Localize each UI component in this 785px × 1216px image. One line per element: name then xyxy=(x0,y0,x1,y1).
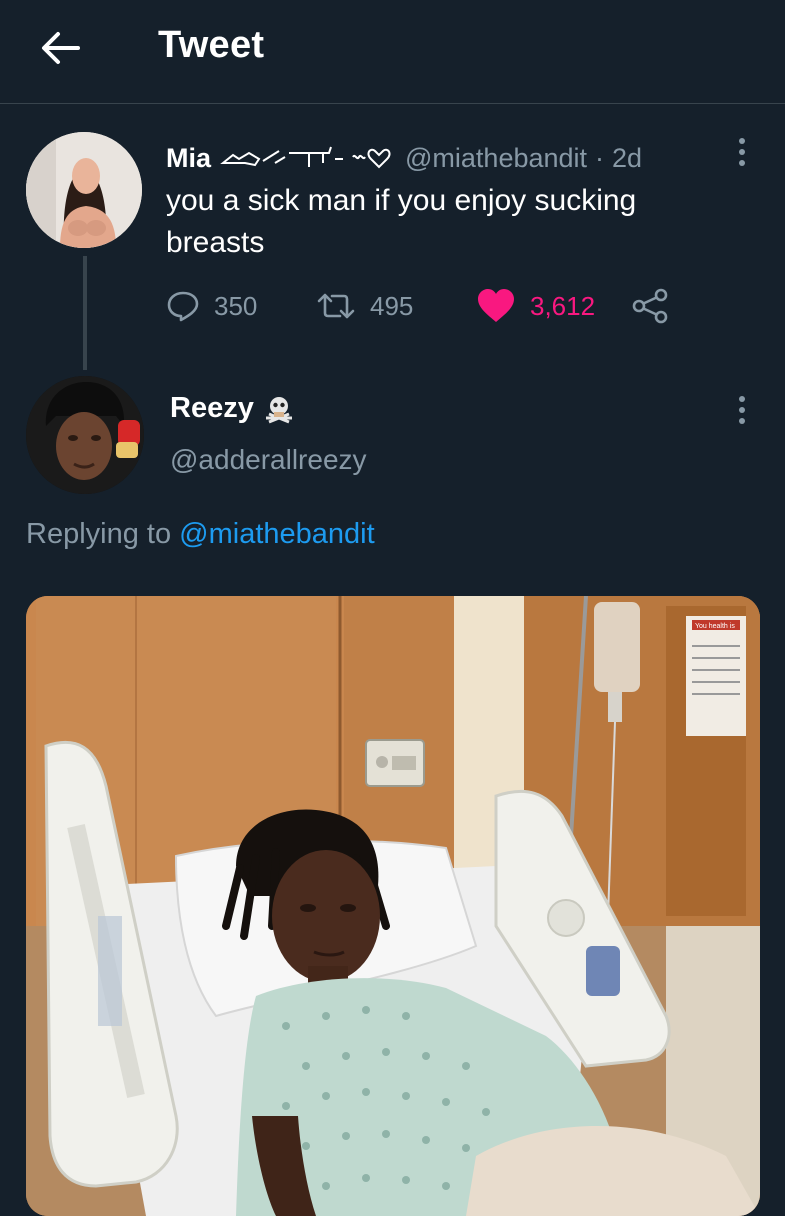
share-icon xyxy=(632,288,668,324)
pirate-skull-icon xyxy=(265,396,292,423)
reply-button[interactable]: 350 xyxy=(166,284,257,328)
tweet-actions: 350 495 3,612 xyxy=(166,284,686,328)
retweet-icon xyxy=(317,293,355,319)
separator-dot: · xyxy=(595,142,605,173)
page-title: Tweet xyxy=(158,24,265,66)
gun-and-heart-emoji xyxy=(219,143,395,173)
reply-author-name[interactable]: Reezy xyxy=(170,392,254,425)
more-options-icon[interactable] xyxy=(737,138,747,166)
back-button[interactable] xyxy=(36,26,84,70)
tweet-time[interactable]: 2d xyxy=(612,143,642,174)
avatar-photo xyxy=(26,376,144,494)
reply-count: 350 xyxy=(214,290,258,321)
replying-to-line: Replying to @miathebandit xyxy=(26,518,375,551)
gun-icon xyxy=(220,146,391,169)
top-bar: Tweet xyxy=(0,0,785,104)
hospital-bed-photo: You health is xyxy=(26,596,760,1216)
sign-text: You health is xyxy=(695,623,735,630)
avatar-photo xyxy=(26,132,142,248)
like-button[interactable]: 3,612 xyxy=(476,284,595,328)
more-options-icon[interactable] xyxy=(737,396,747,424)
retweet-button[interactable]: 495 xyxy=(316,284,413,328)
avatar-reezy[interactable] xyxy=(26,376,144,494)
thread-line xyxy=(83,256,87,370)
reply-author: Reezy xyxy=(170,392,296,425)
like-count: 3,612 xyxy=(530,290,596,321)
replying-to-mention[interactable]: @miathebandit xyxy=(179,518,375,550)
reply-author-handle[interactable]: @adderallreezy xyxy=(170,444,367,476)
heart-filled-icon xyxy=(478,289,514,322)
replying-prefix: Replying to xyxy=(26,518,172,550)
author-name[interactable]: Mia xyxy=(166,143,211,174)
arrow-left-icon xyxy=(42,32,80,64)
avatar-mia[interactable] xyxy=(26,132,142,248)
retweet-count: 495 xyxy=(370,290,414,321)
reply-icon xyxy=(167,291,199,322)
share-button[interactable] xyxy=(630,284,670,328)
author-handle[interactable]: @miathebandit xyxy=(405,143,587,174)
reply-media-photo[interactable]: You health is xyxy=(26,596,760,1216)
tweet-text: you a sick man if you enjoy sucking brea… xyxy=(166,184,637,259)
tweet-header: Mia @miathebandit · 2d xyxy=(166,140,642,176)
